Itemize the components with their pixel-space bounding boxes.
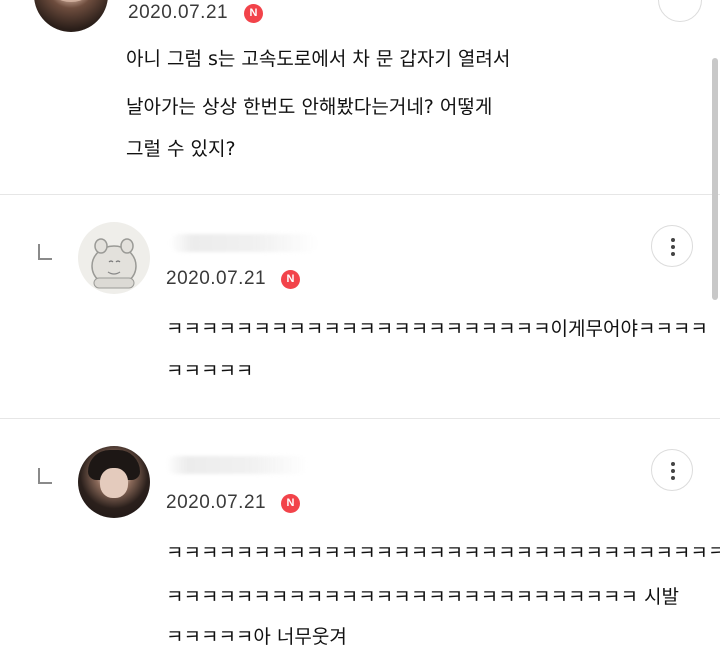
comment-text-line: 날아가는 상상 한번도 안해봤다는거네? 어떻게 <box>126 96 493 118</box>
more-vertical-icon-dot <box>671 476 675 480</box>
more-vertical-icon-dot <box>671 252 675 256</box>
comment-text-line: ㅋㅋㅋㅋㅋㅋㅋㅋㅋㅋㅋㅋㅋㅋㅋㅋㅋㅋㅋㅋㅋㅋㅋㅋㅋㅋㅋㅋㅋㅋㅋㅋ <box>166 542 720 564</box>
comment-text-line: 그럴 수 있지? <box>126 138 236 160</box>
commenter-avatar[interactable] <box>78 222 150 294</box>
commenter-avatar[interactable] <box>78 446 150 518</box>
reply-arrow-icon <box>38 468 52 484</box>
reply-arrow-icon <box>38 244 52 260</box>
comment-text-line: ㅋㅋㅋㅋㅋ아 너무웃겨 <box>166 626 347 648</box>
new-badge: N <box>244 4 263 23</box>
blurred-nickname <box>166 456 308 474</box>
comment-divider <box>0 194 720 195</box>
commenter-avatar[interactable] <box>34 0 108 32</box>
more-vertical-icon-dot <box>671 245 675 249</box>
comment-divider <box>0 418 720 419</box>
scrollbar-thumb[interactable] <box>712 58 718 300</box>
comment-date: 2020.07.21 <box>128 2 229 23</box>
more-vertical-icon-dot <box>671 469 675 473</box>
more-options-button[interactable] <box>651 225 693 267</box>
comment-date: 2020.07.21 <box>166 268 267 289</box>
comment-text-line: 아니 그럼 s는 고속도로에서 차 문 갑자기 열려서 <box>126 48 511 70</box>
blurred-nickname <box>170 234 318 252</box>
more-options-button[interactable] <box>658 0 702 22</box>
more-options-button[interactable] <box>651 449 693 491</box>
new-badge: N <box>281 494 300 513</box>
more-vertical-icon <box>671 462 675 466</box>
comment-text-line: ㅋㅋㅋㅋㅋ <box>166 360 254 382</box>
comment-text-line: ㅋㅋㅋㅋㅋㅋㅋㅋㅋㅋㅋㅋㅋㅋㅋㅋㅋㅋㅋㅋㅋㅋ이게무어야ㅋㅋㅋㅋ <box>166 318 708 340</box>
more-vertical-icon <box>671 238 675 242</box>
new-badge: N <box>281 270 300 289</box>
comment-text-line: ㅋㅋㅋㅋㅋㅋㅋㅋㅋㅋㅋㅋㅋㅋㅋㅋㅋㅋㅋㅋㅋㅋㅋㅋㅋㅋㅋ 시발 <box>166 586 679 608</box>
comment-date: 2020.07.21 <box>166 492 267 513</box>
character-avatar-icon <box>91 238 137 289</box>
